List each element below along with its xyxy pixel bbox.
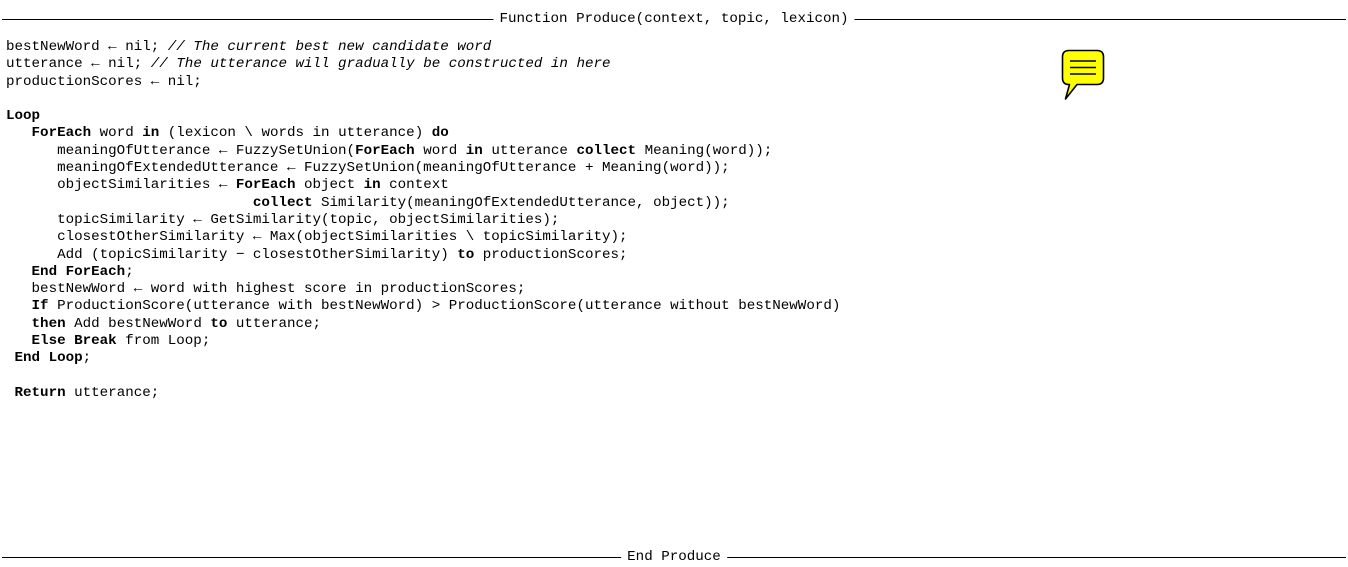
code-text: utterance — [482, 142, 577, 159]
keyword: in — [142, 125, 160, 142]
code-text: Meaning(word)); — [636, 142, 773, 159]
code-line: bestNewWord ← word with highest score in… — [6, 281, 840, 298]
code-text: meaningOfExtendedUtterance ← FuzzySetUni… — [6, 160, 730, 177]
code-line: then Add bestNewWord to utterance; — [6, 316, 840, 333]
code-text: word — [91, 125, 143, 142]
code-line: collect Similarity(meaningOfExtendedUtte… — [6, 195, 840, 212]
code-line: Return utterance; — [6, 385, 840, 402]
keyword: collect — [252, 194, 313, 211]
keyword: Loop — [6, 108, 41, 125]
code-text: productionScores ← nil; — [6, 73, 202, 90]
header-rule: Function Produce(context, topic, lexicon… — [2, 11, 1346, 27]
code-line: End ForEach; — [6, 264, 840, 281]
code-text: Add (topicSimilarity − closestOtherSimil… — [6, 246, 458, 263]
keyword: collect — [576, 142, 637, 159]
end-title: End Produce — [621, 549, 727, 565]
keyword: Return — [14, 384, 66, 401]
code-line: ForEach word in (lexicon \ words in utte… — [6, 125, 840, 142]
code-line: meaningOfUtterance ← FuzzySetUnion(ForEa… — [6, 143, 840, 160]
code-text: utterance ← nil; — [6, 56, 151, 73]
keyword: to — [457, 246, 475, 263]
comment-icon[interactable] — [1061, 49, 1105, 101]
keyword: do — [431, 125, 449, 142]
keyword: in — [363, 177, 381, 194]
code-text: utterance; — [227, 315, 322, 332]
code-text: Add bestNewWord — [65, 315, 211, 332]
code-text: word — [414, 142, 466, 159]
keyword: to — [210, 315, 228, 332]
code-text: ProductionScore(utterance with bestNewWo… — [48, 298, 841, 315]
code-line: Add (topicSimilarity − closestOtherSimil… — [6, 247, 840, 264]
code-text: bestNewWord ← word with highest score in… — [6, 281, 526, 298]
keyword: ForEach — [235, 177, 296, 194]
code-text: Similarity(meaningOfExtendedUtterance, o… — [312, 194, 730, 211]
code-line: Loop — [6, 108, 840, 125]
code-line: meaningOfExtendedUtterance ← FuzzySetUni… — [6, 160, 840, 177]
code-line: utterance ← nil; // The utterance will g… — [6, 56, 840, 73]
code-text: meaningOfUtterance ← FuzzySetUnion( — [6, 142, 356, 159]
code-text: (lexicon \ words in utterance) — [159, 125, 432, 142]
code-line: productionScores ← nil; — [6, 74, 840, 91]
keyword: End Loop — [14, 350, 83, 367]
code-text: from Loop; — [116, 333, 211, 350]
code-line: closestOtherSimilarity ← Max(objectSimil… — [6, 229, 840, 246]
code-text: utterance; — [65, 384, 160, 401]
keyword: Else Break — [31, 333, 117, 350]
code-text: ; — [82, 350, 92, 367]
keyword: in — [465, 142, 483, 159]
code-line: topicSimilarity ← GetSimilarity(topic, o… — [6, 212, 840, 229]
code-line: Else Break from Loop; — [6, 333, 840, 350]
function-title: Function Produce(context, topic, lexicon… — [493, 11, 855, 27]
code-text: topicSimilarity ← GetSimilarity(topic, o… — [6, 211, 560, 228]
footer-rule: End Produce — [2, 549, 1346, 565]
code-text: productionScores; — [474, 246, 628, 263]
pseudocode-block: bestNewWord ← nil; // The current best n… — [6, 39, 840, 402]
code-text: bestNewWord ← nil; — [6, 39, 168, 55]
code-text: object — [295, 177, 364, 194]
code-line: If ProductionScore(utterance with bestNe… — [6, 298, 841, 315]
code-text: closestOtherSimilarity ← Max(objectSimil… — [6, 229, 628, 246]
keyword: ForEach — [355, 142, 415, 159]
keyword: then — [31, 315, 66, 332]
code-line: objectSimilarities ← ForEach object in c… — [6, 177, 840, 194]
keyword: ForEach — [31, 125, 92, 142]
code-comment: // The current best new candidate word — [167, 39, 492, 55]
code-line: End Loop; — [6, 350, 840, 367]
keyword: End ForEach — [31, 263, 126, 280]
code-text: context — [380, 177, 449, 194]
code-text: objectSimilarities ← — [6, 177, 236, 194]
code-comment: // The utterance will gradually be const… — [150, 56, 611, 73]
code-line: bestNewWord ← nil; // The current best n… — [6, 39, 840, 56]
keyword: If — [31, 298, 49, 315]
code-text: ; — [125, 263, 134, 280]
